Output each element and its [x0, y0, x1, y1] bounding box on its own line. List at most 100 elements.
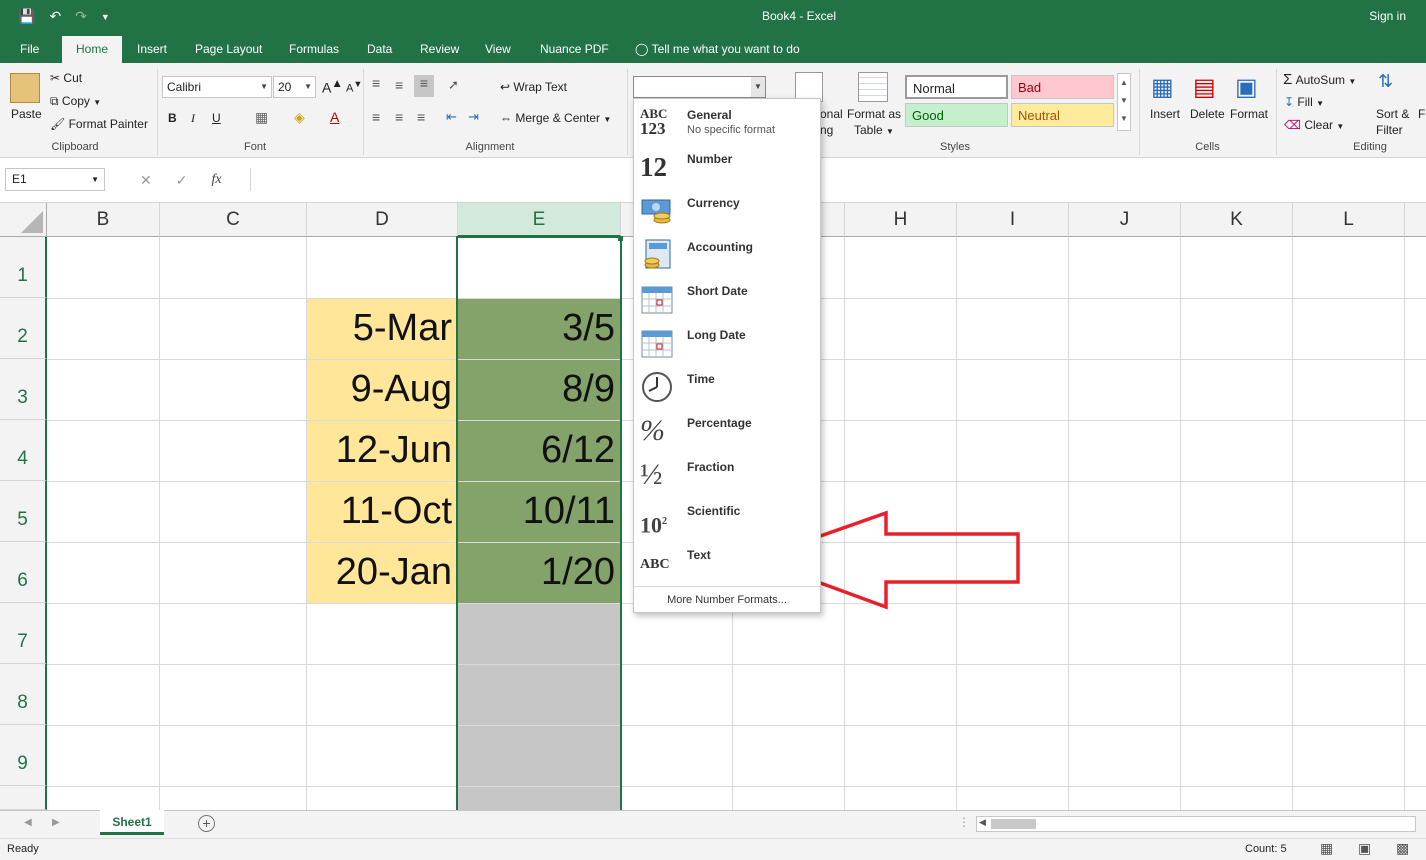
format-option-general[interactable]: ABC 123 General No specific format — [634, 102, 820, 146]
format-option-percentage[interactable]: % Percentage — [634, 410, 820, 454]
tab-page-layout[interactable]: Page Layout — [185, 36, 272, 63]
row-header-5[interactable]: 5 — [0, 481, 47, 542]
orientation-icon[interactable]: ➚ — [448, 77, 459, 93]
column-header-h[interactable]: H — [845, 203, 957, 237]
row-header-10[interactable] — [0, 786, 47, 810]
style-normal[interactable]: Normal — [905, 75, 1008, 99]
split-handle-icon[interactable]: ⋮ — [958, 815, 970, 829]
cell-e3[interactable]: 8/9 — [458, 368, 621, 411]
row-header-6[interactable]: 6 — [0, 542, 47, 603]
format-cells-icon[interactable]: ▣ — [1235, 73, 1258, 102]
tab-view[interactable]: View — [475, 36, 521, 63]
tab-review[interactable]: Review — [410, 36, 469, 63]
style-neutral[interactable]: Neutral — [1011, 103, 1114, 127]
paste-icon[interactable] — [10, 73, 40, 103]
cell-e2[interactable]: 3/5 — [458, 307, 621, 350]
page-layout-view-icon[interactable]: ▣ — [1358, 840, 1371, 857]
sign-in-link[interactable]: Sign in — [1369, 9, 1406, 23]
row-header-1[interactable]: 1 — [0, 237, 47, 298]
tab-formulas[interactable]: Formulas — [279, 36, 349, 63]
enter-icon[interactable]: ✓ — [176, 172, 188, 189]
cut-button[interactable]: ✂ Cut — [50, 71, 82, 85]
borders-icon[interactable]: ▦ — [255, 109, 268, 126]
cell-d2[interactable]: 5-Mar — [307, 307, 458, 350]
font-color-icon[interactable]: A — [330, 109, 339, 125]
format-painter-button[interactable]: 🖌 Format Painter — [50, 117, 148, 131]
italic-button[interactable]: I — [191, 111, 195, 126]
align-top-icon[interactable]: ≡ — [372, 75, 380, 91]
clear-button[interactable]: ⌫ Clear ▼ — [1284, 118, 1344, 132]
cancel-icon[interactable]: ✕ — [140, 172, 152, 189]
font-size-select[interactable]: 20 ▼ — [273, 76, 316, 98]
cell-d4[interactable]: 12-Jun — [307, 429, 458, 472]
format-option-fraction[interactable]: ½ Fraction — [634, 454, 820, 498]
tab-insert[interactable]: Insert — [127, 36, 177, 63]
format-option-long-date[interactable]: Long Date — [634, 322, 820, 366]
font-name-select[interactable]: Calibri ▼ — [162, 76, 272, 98]
sort-filter-button[interactable]: Sort & — [1376, 107, 1409, 121]
column-header-c[interactable]: C — [160, 203, 307, 237]
row-header-9[interactable]: 9 — [0, 725, 47, 786]
column-header-l[interactable]: L — [1293, 203, 1405, 237]
grow-font-icon[interactable]: A▲ — [322, 77, 343, 96]
column-header-m[interactable] — [1405, 203, 1426, 237]
find-select-button[interactable]: Fi — [1418, 107, 1426, 121]
fill-color-icon[interactable]: ◈ — [294, 109, 305, 126]
column-header-i[interactable]: I — [957, 203, 1069, 237]
column-header-k[interactable]: K — [1181, 203, 1293, 237]
scroll-left-arrow-icon[interactable]: ◀ — [979, 817, 986, 828]
paste-button[interactable]: Paste — [11, 107, 42, 121]
increase-indent-icon[interactable]: ⇥ — [468, 109, 479, 125]
column-header-e[interactable]: E — [458, 203, 621, 237]
format-option-text[interactable]: ABC Text — [634, 542, 820, 586]
tab-nuance-pdf[interactable]: Nuance PDF — [530, 36, 619, 63]
row-header-8[interactable]: 8 — [0, 664, 47, 725]
underline-button[interactable]: U — [212, 111, 221, 125]
cell-e4[interactable]: 6/12 — [458, 429, 621, 472]
style-good[interactable]: Good — [905, 103, 1008, 127]
format-option-time[interactable]: Time — [634, 366, 820, 410]
decrease-indent-icon[interactable]: ⇤ — [446, 109, 457, 125]
copy-button[interactable]: ⧉ Copy ▼ — [50, 94, 101, 109]
style-bad[interactable]: Bad — [1011, 75, 1114, 99]
tab-home[interactable]: Home — [62, 36, 122, 63]
column-header-b[interactable]: B — [47, 203, 160, 237]
row-header-2[interactable]: 2 — [0, 298, 47, 359]
format-as-table-label[interactable]: Format as — [847, 107, 901, 121]
number-format-select[interactable]: ▼ — [633, 76, 766, 98]
row-header-7[interactable]: 7 — [0, 603, 47, 664]
format-option-scientific[interactable]: 102 Scientific — [634, 498, 820, 542]
align-bottom-icon[interactable]: ≡ — [414, 75, 434, 97]
cell-e6[interactable]: 1/20 — [458, 551, 621, 594]
scroll-right-icon[interactable]: ▶ — [52, 817, 60, 828]
format-option-accounting[interactable]: Accounting — [634, 234, 820, 278]
insert-button[interactable]: Insert — [1150, 107, 1180, 121]
tell-me-search[interactable]: ◯ Tell me what you want to do — [625, 36, 810, 63]
align-middle-icon[interactable]: ≡ — [395, 77, 403, 93]
wrap-text-button[interactable]: ↩ Wrap Text — [500, 80, 567, 94]
fill-handle[interactable] — [618, 236, 623, 241]
sheet-tab-sheet1[interactable]: Sheet1 — [100, 810, 164, 835]
bold-button[interactable]: B — [168, 111, 177, 125]
insert-function-icon[interactable]: fx — [211, 172, 221, 189]
align-left-icon[interactable]: ≡ — [372, 109, 380, 125]
align-right-icon[interactable]: ≡ — [417, 109, 425, 125]
column-header-d[interactable]: D — [307, 203, 458, 237]
row-header-3[interactable]: 3 — [0, 359, 47, 420]
more-number-formats-link[interactable]: More Number Formats... — [634, 586, 820, 606]
autosum-button[interactable]: Σ AutoSum ▼ — [1283, 71, 1356, 88]
row-header-4[interactable]: 4 — [0, 420, 47, 481]
formula-input[interactable] — [250, 168, 1426, 191]
scrollbar-thumb[interactable] — [991, 819, 1036, 829]
fill-button[interactable]: ↧ Fill ▼ — [1284, 95, 1324, 109]
conditional-formatting-label[interactable]: onal — [820, 107, 843, 121]
page-break-view-icon[interactable]: ▩ — [1396, 840, 1409, 857]
delete-button[interactable]: Delete — [1190, 107, 1225, 121]
name-box[interactable]: E1 ▼ — [5, 168, 105, 191]
tab-data[interactable]: Data — [357, 36, 402, 63]
delete-cells-icon[interactable]: ▤ — [1193, 73, 1216, 102]
cell-e5[interactable]: 10/11 — [458, 490, 621, 533]
format-button[interactable]: Format — [1230, 107, 1268, 121]
format-option-number[interactable]: 12 Number — [634, 146, 820, 190]
cell-d5[interactable]: 11-Oct — [307, 490, 458, 533]
